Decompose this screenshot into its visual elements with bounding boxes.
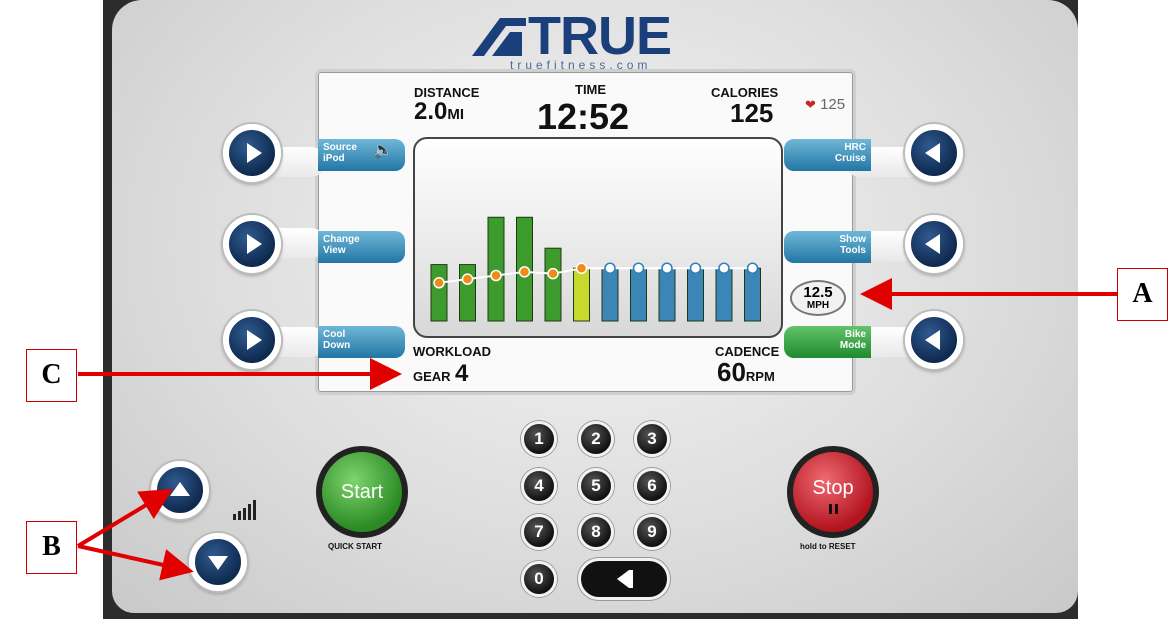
annotation-arrows	[76, 278, 1117, 581]
callout-a: A	[1117, 268, 1168, 321]
callout-b: B	[26, 521, 77, 574]
callout-c: C	[26, 349, 77, 402]
